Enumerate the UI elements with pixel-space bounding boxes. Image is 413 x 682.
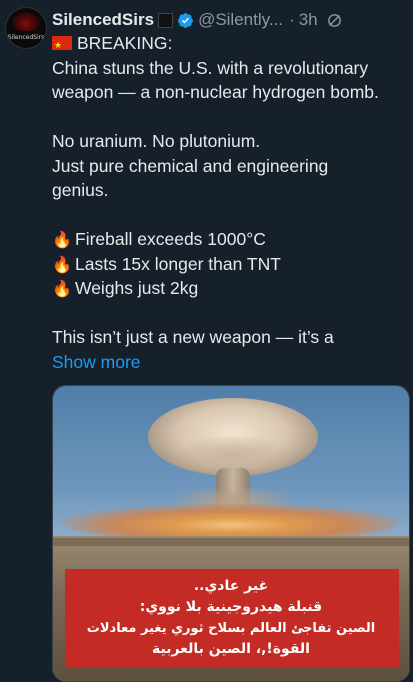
author-avatar[interactable]: SilencedSirs <box>6 8 46 48</box>
china-flag-icon <box>52 33 72 58</box>
image-caption-text: غير عادي.. قنبلة هيدروجينية بلا نووي: ال… <box>69 576 393 660</box>
show-more-link[interactable]: Show more <box>52 352 141 372</box>
grok-icon[interactable] <box>326 12 343 29</box>
caption-line: الصين تفاجئ العالم بسلاح ثوري يغير معادل… <box>86 621 376 636</box>
name-emoji-square <box>158 12 174 28</box>
fire-icon: 🔥 <box>52 230 72 249</box>
bullet-item: Weighs just 2kg <box>75 278 199 298</box>
author-name[interactable]: SilencedSirs <box>52 10 154 30</box>
author-handle[interactable]: @Silently... <box>198 10 283 30</box>
text-line: This isn’t just a new weapon — it’s a <box>52 327 334 347</box>
caption-line: القوة!,، الصين بالعربية <box>152 641 310 657</box>
bullet-item: Fireball exceeds 1000°C <box>75 229 266 249</box>
post-image[interactable]: غير عادي.. قنبلة هيدروجينية بلا نووي: ال… <box>52 385 410 682</box>
post-timestamp[interactable]: 3h <box>299 10 318 30</box>
text-line: Just pure chemical and engineering <box>52 155 329 176</box>
verified-badge-icon[interactable] <box>177 12 194 29</box>
avatar-emblem <box>13 13 39 31</box>
separator-dot: · <box>289 10 295 29</box>
caption-line: قنبلة هيدروجينية بلا نووي: <box>139 599 323 615</box>
caption-line: غير عادي.. <box>193 578 269 594</box>
ground-ruins <box>53 538 409 546</box>
breaking-label: BREAKING: <box>77 33 173 53</box>
text-line: No uranium. No plutonium. <box>52 131 261 151</box>
text-line: weapon — a non-nuclear hydrogen bomb. <box>52 82 379 102</box>
post-header: SilencedSirs @Silently... · 3h <box>52 8 407 32</box>
avatar-logo-text: SilencedSirs <box>7 34 45 41</box>
fire-icon: 🔥 <box>52 279 72 298</box>
fire-icon: 🔥 <box>52 254 72 274</box>
text-line: genius. <box>52 180 109 200</box>
text-line: China stuns the U.S. with a revolutionar… <box>52 57 369 78</box>
post-text: BREAKING: China stuns the U.S. with a re… <box>52 31 412 374</box>
bullet-item: Lasts 15x longer than TNT <box>75 253 281 274</box>
